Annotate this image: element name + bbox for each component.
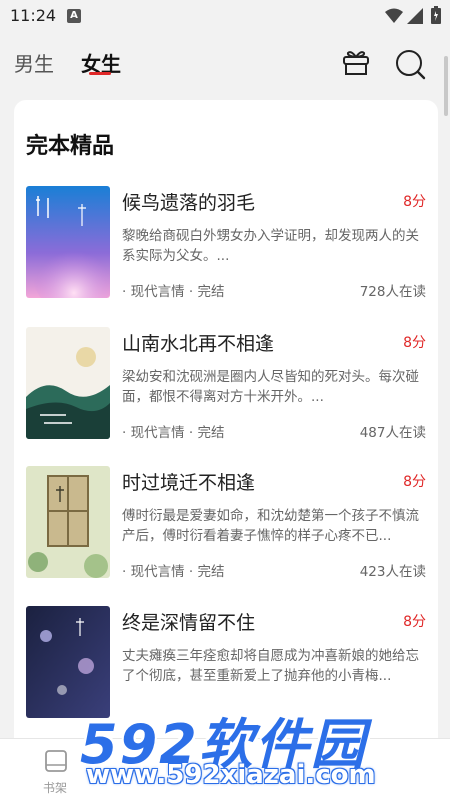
book-title: 终是深情留不住 <box>122 612 256 634</box>
nav-bookshelf-label[interactable]: 书架 <box>43 779 67 796</box>
book-score: 8分 <box>403 194 426 210</box>
book-description: 丈夫瘫痪三年痊愈却将自愿成为冲喜新娘的她给忘了个彻底，甚至重新爱上了抛弃他的小青… <box>122 648 419 684</box>
signal-icon <box>407 8 423 24</box>
book-title: 山南水北再不相逢 <box>122 333 275 355</box>
book-score: 8分 <box>403 474 426 490</box>
book-cover[interactable] <box>26 327 110 439</box>
book-title: 候鸟遗落的羽毛 <box>122 192 256 214</box>
book-cover[interactable] <box>26 606 110 718</box>
battery-icon <box>431 6 441 24</box>
notification-icon: A <box>67 9 81 23</box>
wifi-icon <box>385 8 403 23</box>
book-item[interactable]: 时过境迁不相逢 8分 傅时衍最是爱妻如命，和沈幼楚第一个孩子不慎流产后，傅时衍看… <box>26 466 426 586</box>
book-item[interactable]: 山南水北再不相逢 8分 梁幼安和沈砚洲是圈内人尽皆知的死对头。每次碰面，都恨不得… <box>26 327 426 447</box>
book-readers: 728人在读 <box>359 284 426 300</box>
book-readers: 423人在读 <box>359 564 426 580</box>
status-bar: 11:24 A <box>0 0 450 32</box>
book-description: 梁幼安和沈砚洲是圈内人尽皆知的死对头。每次碰面，都恨不得离对方十米开外。... <box>122 369 419 405</box>
tab-male[interactable]: 男生 <box>14 48 54 77</box>
search-icon[interactable] <box>394 48 426 80</box>
book-score: 8分 <box>403 335 426 351</box>
book-tags: · 现代言情 · 完结 <box>122 425 225 441</box>
section-title: 完本精品 <box>26 133 115 159</box>
book-readers: 487人在读 <box>359 425 426 441</box>
book-score: 8分 <box>403 614 426 630</box>
book-description: 傅时衍最是爱妻如命，和沈幼楚第一个孩子不慎流产后，傅时衍看着妻子憔悴的样子心疼不… <box>122 508 419 544</box>
book-cover[interactable] <box>26 466 110 578</box>
book-tags: · 现代言情 · 完结 <box>122 284 225 300</box>
category-tabs: 男生 女生 <box>0 40 450 90</box>
book-tags: · 现代言情 · 完结 <box>122 564 225 580</box>
book-description: 黎晚给商砚白外甥女办入学证明，却发现两人的关系实际为父女。... <box>122 228 419 264</box>
book-item[interactable]: 终是深情留不住 8分 丈夫瘫痪三年痊愈却将自愿成为冲喜新娘的她给忘了个彻底，甚至… <box>26 606 426 726</box>
bookshelf-icon[interactable] <box>44 749 68 775</box>
book-title: 时过境迁不相逢 <box>122 472 256 494</box>
book-cover[interactable] <box>26 186 110 298</box>
status-time: 11:24 <box>10 6 57 25</box>
bottom-navigation: 书架 <box>0 738 450 801</box>
scrollbar[interactable] <box>444 56 448 116</box>
book-item[interactable]: 候鸟遗落的羽毛 8分 黎晚给商砚白外甥女办入学证明，却发现两人的关系实际为父女。… <box>26 186 426 306</box>
finished-books-card: 完本精品 候鸟遗落的羽毛 8分 黎晚给商砚白外甥女办入学证明，却发现两人的关系实… <box>14 100 438 800</box>
gift-icon[interactable] <box>341 48 371 78</box>
active-tab-indicator <box>89 72 111 75</box>
